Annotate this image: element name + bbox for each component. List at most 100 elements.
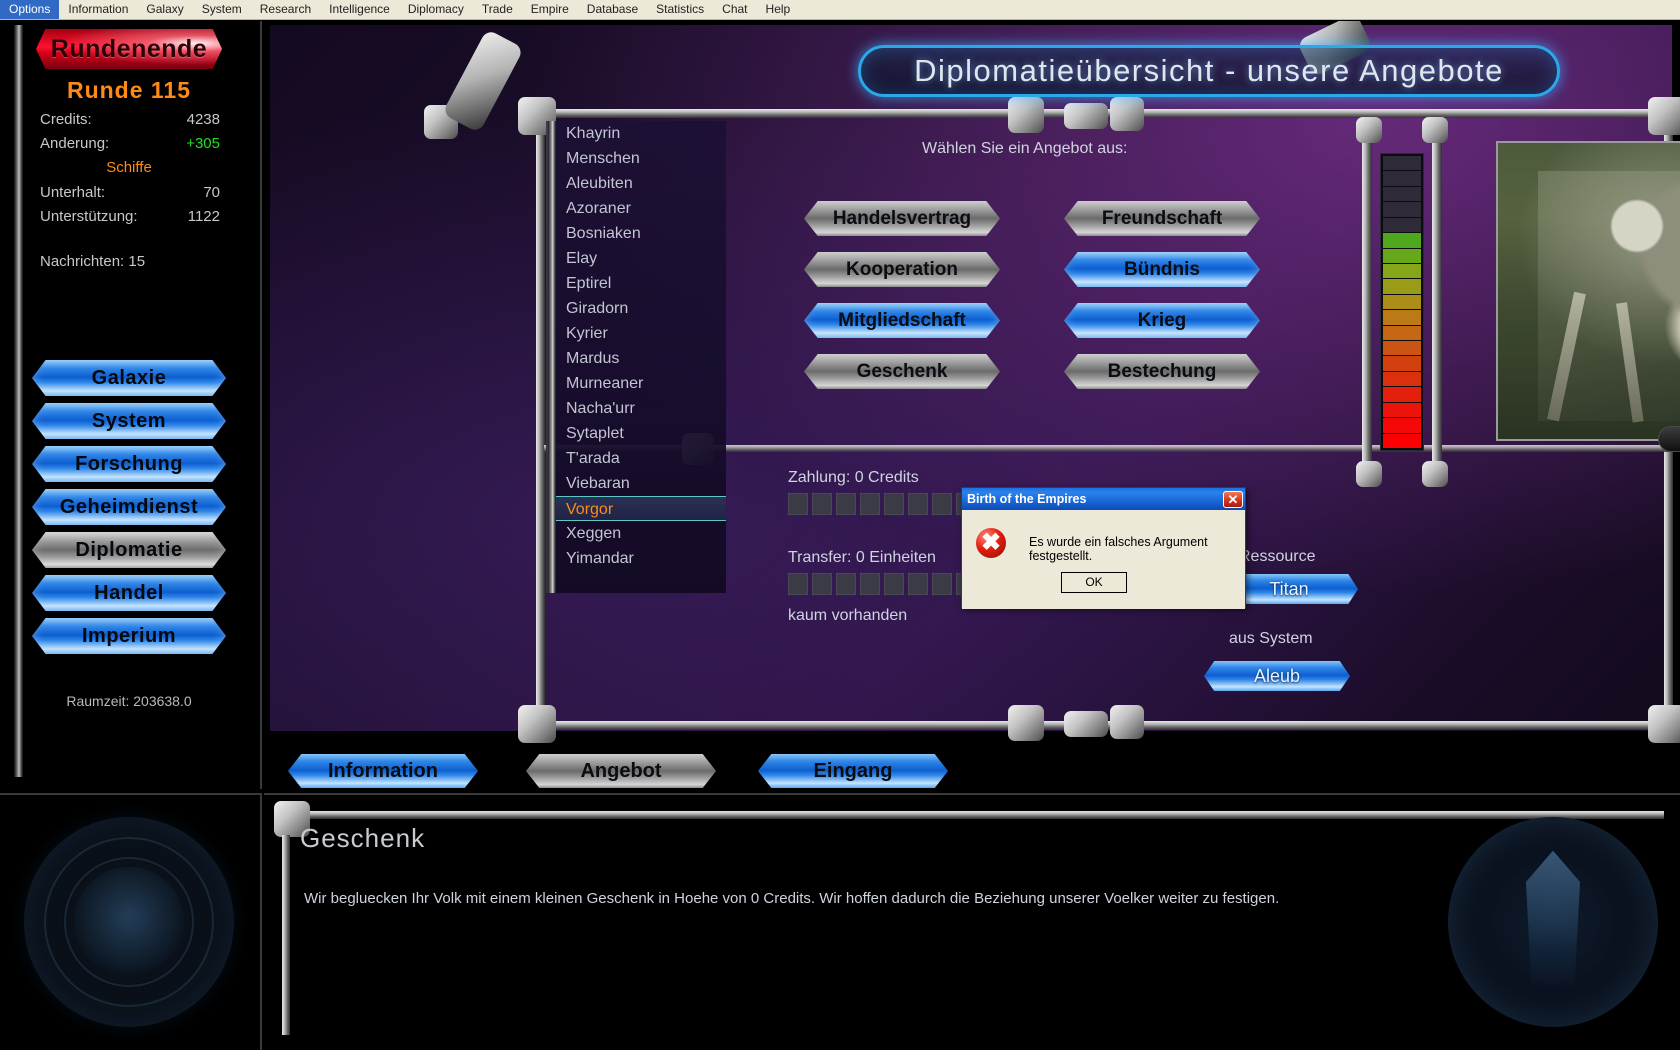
tab-eingang[interactable]: Eingang <box>758 754 948 788</box>
payment-slot[interactable] <box>908 493 928 515</box>
transfer-slot[interactable] <box>908 573 928 595</box>
ok-button[interactable]: OK <box>1061 572 1127 593</box>
menu-item-options[interactable]: Options <box>0 0 59 19</box>
menu-item-trade[interactable]: Trade <box>473 0 522 19</box>
transfer-slot[interactable] <box>812 573 832 595</box>
offer-button-kooperation[interactable]: Kooperation <box>804 252 1000 287</box>
gauge-segment <box>1383 387 1421 401</box>
race-list-item-giradorn[interactable]: Giradorn <box>564 296 726 321</box>
race-list-rail <box>548 121 556 593</box>
payment-slot[interactable] <box>884 493 904 515</box>
gauge-segment <box>1383 403 1421 417</box>
race-list-item-mardus[interactable]: Mardus <box>564 346 726 371</box>
menu-item-chat[interactable]: Chat <box>713 0 756 19</box>
menu-item-information[interactable]: Information <box>59 0 137 19</box>
gauge-segment <box>1383 264 1421 278</box>
payment-slot[interactable] <box>860 493 880 515</box>
page-title-frame: Diplomatieübersicht - unsere Angebote <box>858 45 1560 97</box>
race-list-item-bosniaken[interactable]: Bosniaken <box>564 221 726 246</box>
gauge-segment <box>1383 418 1421 432</box>
menu-item-help[interactable]: Help <box>757 0 800 19</box>
gauge-segment <box>1383 356 1421 370</box>
sidebar-item-label: System <box>92 410 166 433</box>
offer-button-krieg[interactable]: Krieg <box>1064 303 1260 338</box>
relation-gauge <box>1380 153 1424 451</box>
gauge-segment <box>1383 372 1421 386</box>
message-frame-rail <box>282 835 290 1035</box>
offer-label: Geschenk <box>857 361 948 383</box>
transfer-slot[interactable] <box>884 573 904 595</box>
race-list-item-kyrier[interactable]: Kyrier <box>564 321 726 346</box>
race-list-item-aleubiten[interactable]: Aleubiten <box>564 171 726 196</box>
transfer-slot[interactable] <box>836 573 856 595</box>
race-list-item-elay[interactable]: Elay <box>564 246 726 271</box>
resource-value: Titan <box>1269 579 1308 600</box>
sidebar-item-galaxie[interactable]: Galaxie <box>32 360 226 396</box>
sidebar-item-geheimdienst[interactable]: Geheimdienst <box>32 489 226 525</box>
race-emblem-icon <box>1448 817 1658 1027</box>
menu-item-database[interactable]: Database <box>578 0 647 19</box>
menu-item-intelligence[interactable]: Intelligence <box>320 0 399 19</box>
error-icon: ✖ <box>976 528 1006 558</box>
sidebar-rail-decor <box>14 25 23 777</box>
race-list-item-xeggen[interactable]: Xeggen <box>564 521 726 546</box>
end-turn-button[interactable]: Rundenende <box>36 29 222 69</box>
race-list[interactable]: Khayrin Menschen Aleubiten Azoraner Bosn… <box>546 121 726 593</box>
offer-button-bestechung[interactable]: Bestechung <box>1064 354 1260 389</box>
sidebar-item-diplomatie[interactable]: Diplomatie <box>32 532 226 568</box>
race-list-item-khayrin[interactable]: Khayrin <box>564 121 726 146</box>
race-list-item-sytaplet[interactable]: Sytaplet <box>564 421 726 446</box>
transfer-slot[interactable] <box>788 573 808 595</box>
menu-item-system[interactable]: System <box>193 0 251 19</box>
gauge-segment <box>1383 156 1421 170</box>
message-panel: Geschenk Wir begluecken Ihr Volk mit ein… <box>264 793 1680 1050</box>
message-body: Wir begluecken Ihr Volk mit einem kleine… <box>304 888 1344 909</box>
race-list-item-viebaran[interactable]: Viebaran <box>564 471 726 496</box>
menu-item-statistics[interactable]: Statistics <box>647 0 713 19</box>
gauge-segment <box>1383 187 1421 201</box>
menu-item-galaxy[interactable]: Galaxy <box>137 0 192 19</box>
race-list-item-murneaner[interactable]: Murneaner <box>564 371 726 396</box>
gauge-knob-top-right <box>1422 117 1448 143</box>
stat-maintenance: Unterhalt: 70 <box>40 184 220 201</box>
race-list-item-yimandar[interactable]: Yimandar <box>564 546 726 571</box>
menu-item-empire[interactable]: Empire <box>522 0 578 19</box>
stat-support-value: 1122 <box>188 208 220 225</box>
offer-button-handelsvertrag[interactable]: Handelsvertrag <box>804 201 1000 236</box>
menu-item-research[interactable]: Research <box>251 0 320 19</box>
payment-slot[interactable] <box>788 493 808 515</box>
payment-slot[interactable] <box>812 493 832 515</box>
tab-angebot[interactable]: Angebot <box>526 754 716 788</box>
race-list-item-eptirel[interactable]: Eptirel <box>564 271 726 296</box>
race-list-item-nachaurr[interactable]: Nacha'urr <box>564 396 726 421</box>
messages-count[interactable]: Nachrichten: 15 <box>40 253 220 270</box>
race-list-item-azoraner[interactable]: Azoraner <box>564 196 726 221</box>
menu-bar: Options Information Galaxy System Resear… <box>0 0 1680 20</box>
stat-support-key: Unterstützung: <box>40 208 138 225</box>
payment-slot[interactable] <box>932 493 952 515</box>
payment-slot[interactable] <box>836 493 856 515</box>
offer-button-mitgliedschaft[interactable]: Mitgliedschaft <box>804 303 1000 338</box>
transfer-slot[interactable] <box>932 573 952 595</box>
emblem-ring-inner <box>64 857 194 987</box>
from-system-select-button[interactable]: Aleub <box>1204 661 1350 691</box>
offer-button-geschenk[interactable]: Geschenk <box>804 354 1000 389</box>
sidebar-item-system[interactable]: System <box>32 403 226 439</box>
sidebar-item-imperium[interactable]: Imperium <box>32 618 226 654</box>
message-frame-bar <box>294 811 1664 819</box>
offer-button-buendnis[interactable]: Bündnis <box>1064 252 1260 287</box>
gauge-knob-bottom <box>1356 461 1382 487</box>
menu-item-diplomacy[interactable]: Diplomacy <box>399 0 473 19</box>
close-icon[interactable]: ✕ <box>1223 491 1243 508</box>
tab-label: Angebot <box>580 760 661 783</box>
sidebar-item-forschung[interactable]: Forschung <box>32 446 226 482</box>
race-list-item-vorgor[interactable]: Vorgor <box>556 496 726 521</box>
tab-information[interactable]: Information <box>288 754 478 788</box>
gauge-segment <box>1383 326 1421 340</box>
race-list-item-menschen[interactable]: Menschen <box>564 146 726 171</box>
sidebar-item-handel[interactable]: Handel <box>32 575 226 611</box>
payment-label: Zahlung: 0 Credits <box>788 469 919 487</box>
transfer-slot[interactable] <box>860 573 880 595</box>
offer-button-freundschaft[interactable]: Freundschaft <box>1064 201 1260 236</box>
race-list-item-tarada[interactable]: T'arada <box>564 446 726 471</box>
